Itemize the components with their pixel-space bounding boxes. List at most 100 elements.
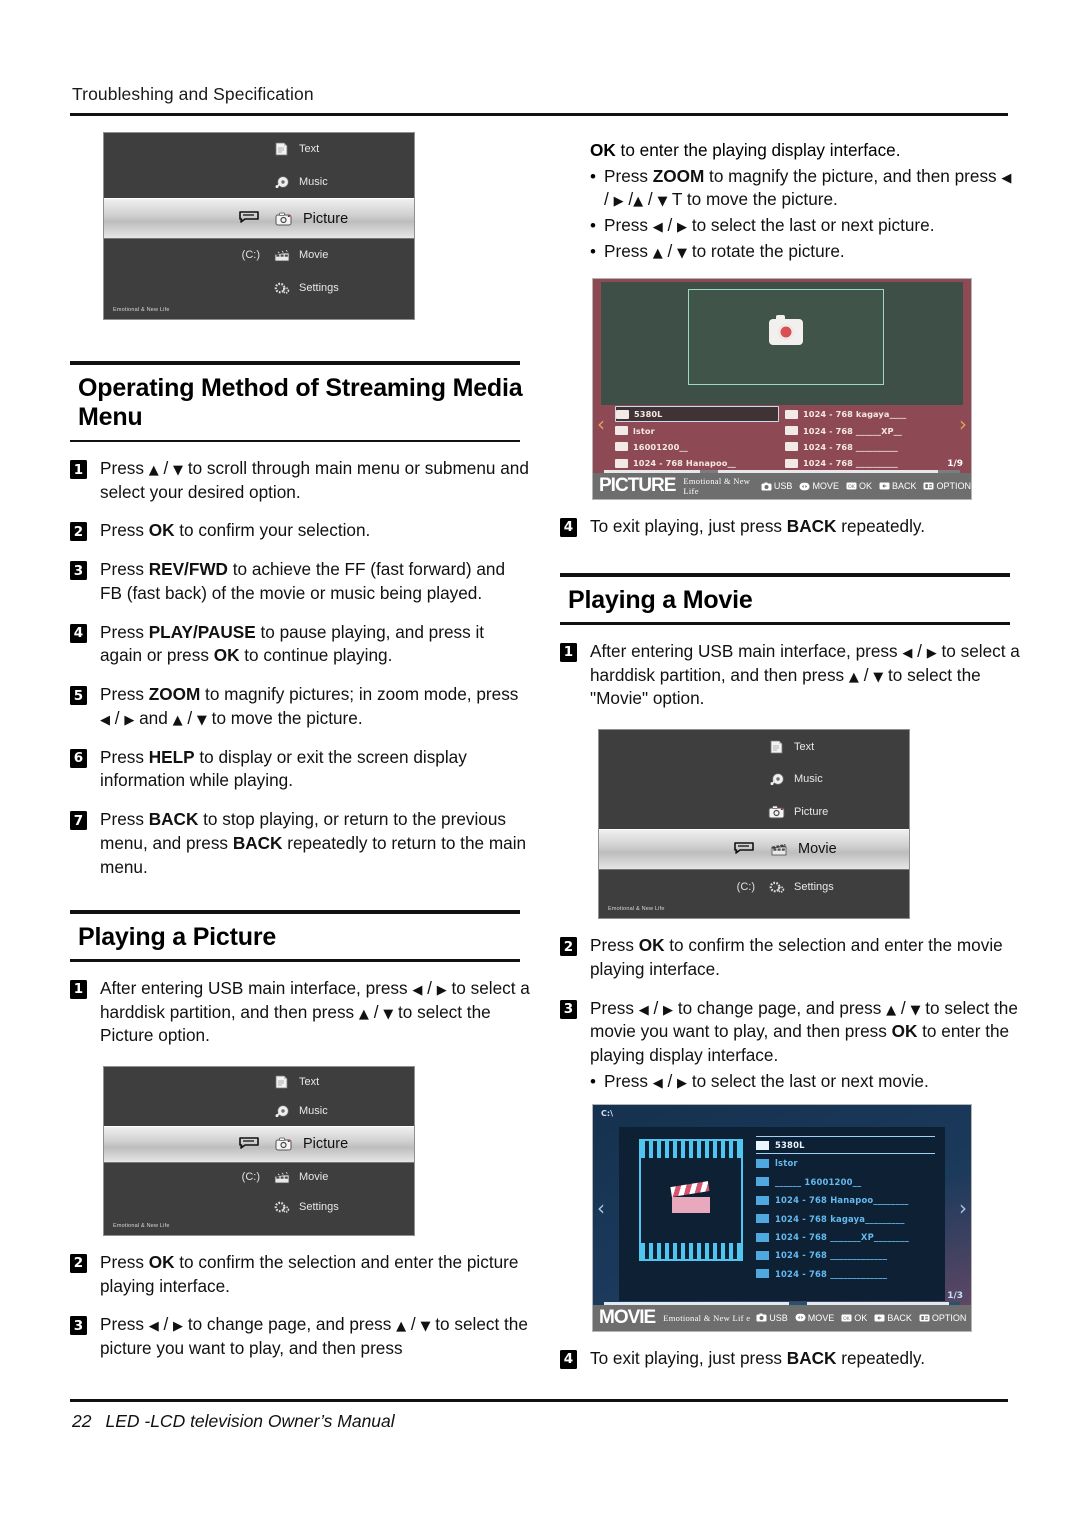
file-row[interactable]: 1024 - 768 Hanapoo________ <box>755 1191 935 1209</box>
footer-label: LED -LCD television Owner’s Manual <box>105 1411 395 1431</box>
osd-hint-back[interactable]: BACK <box>879 481 917 492</box>
tv-menu-item-music[interactable]: Music <box>104 166 414 199</box>
prev-page-arrow-icon[interactable]: ‹ <box>597 1196 605 1220</box>
file-name: 1024 - 768 __________ <box>803 441 898 452</box>
next-page-arrow-icon[interactable]: › <box>959 1196 967 1220</box>
file-row[interactable]: 1024 - 768 _____________ <box>755 1246 935 1264</box>
osd-hint-usb[interactable]: USB <box>761 481 792 491</box>
osd-hint-back[interactable]: BACK <box>874 1313 912 1323</box>
movie-icon <box>272 1169 291 1186</box>
osd-hint-label: BACK <box>891 481 917 492</box>
file-name: lstor <box>633 425 655 436</box>
picture-browser-screenshot: 5380L5380L lstor 16001200__ 1024 - 768 Hana… <box>592 277 972 500</box>
bullet-item: • Press ◀ / ▶ to select the last or next … <box>560 1070 1020 1094</box>
file-row[interactable]: 1024 - 768 __________ <box>785 455 949 471</box>
osd-hint-option[interactable]: OPTION <box>919 1313 966 1323</box>
folder-icon <box>755 1269 769 1279</box>
osd-hint-ok[interactable]: OK OK <box>846 481 872 491</box>
file-row[interactable]: 1024 - 768 kagaya____ <box>785 406 949 422</box>
tv-menu-screenshot-picture: Text Music Picture (C:) Movie Settings Emotion… <box>103 132 415 320</box>
operating-step: 5 Press ZOOM to magnify pictures; in zoom… <box>70 683 530 730</box>
folder-icon <box>615 458 628 468</box>
osd-hint-ok[interactable]: OK OK <box>841 1313 867 1323</box>
osd-brand-text: Emotional & New Life <box>683 476 751 497</box>
osd-hint-move[interactable]: MOVE <box>799 481 839 491</box>
music-icon <box>272 1103 291 1120</box>
file-row[interactable]: ______ 16001200__ <box>755 1173 935 1191</box>
file-row[interactable]: 1024 - 768 __________ <box>785 439 949 455</box>
file-row[interactable]: 1024 - 768 ______XP__ <box>785 422 949 438</box>
tv-menu-rows: Text Music Picture Movie (C:) Settings <box>599 730 909 918</box>
ok-icon: OK <box>841 1314 852 1322</box>
tv-menu-item-picture[interactable]: Picture <box>599 796 909 829</box>
file-name: 1024 - 768 _____________ <box>774 1250 888 1261</box>
tv-menu-item-settings[interactable]: Settings <box>104 272 414 305</box>
tv-menu-item-settings[interactable]: (C:) Settings <box>599 870 909 903</box>
settings-icon <box>272 1198 291 1215</box>
folder-icon <box>755 1195 769 1205</box>
osd-hint-label: BACK <box>887 1312 912 1323</box>
tv-menu-item-picture[interactable]: Picture <box>104 1125 414 1163</box>
osd-hint-usb[interactable]: USB <box>756 1313 788 1323</box>
move-icon <box>799 482 810 491</box>
usb-icon <box>761 482 772 491</box>
tv-menu-item-movie[interactable]: Movie <box>599 828 909 871</box>
tv-menu-item-label: Settings <box>299 1200 339 1213</box>
prev-page-arrow-icon[interactable]: ‹ <box>597 412 605 436</box>
osd-hint-move[interactable]: MOVE <box>795 1313 834 1323</box>
file-row[interactable]: 1024 - 768 kagaya_________ <box>755 1209 935 1227</box>
file-row[interactable]: 5380L <box>615 406 779 423</box>
tv-menu-item-movie[interactable]: (C:) Movie <box>104 239 414 272</box>
tv-menu-item-label: Text <box>299 1075 320 1088</box>
file-row[interactable]: 1024 - 768 _____________ <box>755 1265 935 1283</box>
tv-menu-item-text[interactable]: Text <box>104 133 414 166</box>
section-title-playing-a-movie: Playing a Movie <box>568 585 753 614</box>
movie-bullets: • Press ◀ / ▶ to select the last or next … <box>560 1070 1020 1094</box>
step-text: Press ◀ / ▶ to change page, and press ▲ … <box>590 997 1018 1066</box>
bullet-text: Press ▲ / ▼ to rotate the picture. <box>604 240 845 261</box>
osd-bottom-bar: MOVIE Emotional & New Lif e USB MOVE OK OK BAC… <box>593 1304 971 1331</box>
operating-step: 6 Press HELP to display or exit the scree… <box>70 746 530 793</box>
file-row[interactable]: lstor <box>755 1154 935 1172</box>
movie-browser-screenshot: C:\ 5380L lstor ______ 16001200__ 1024 - 768… <box>592 1103 972 1332</box>
tv-menu-item-text[interactable]: Text <box>599 730 909 763</box>
osd-hint-option[interactable]: OPTION <box>923 481 971 491</box>
tv-menu-item-settings[interactable]: Settings <box>104 1192 414 1221</box>
section-title-playing-a-picture: Playing a Picture <box>78 922 277 951</box>
tv-menu-item-text[interactable]: Text <box>104 1067 414 1096</box>
tv-menu-item-movie[interactable]: (C:) Movie <box>104 1163 414 1192</box>
usb-icon <box>756 1313 767 1322</box>
tv-menu-item-label: Music <box>299 1105 328 1118</box>
folder-icon <box>785 458 798 468</box>
folder-icon <box>755 1232 769 1242</box>
ok-icon: OK <box>846 482 857 490</box>
file-name: 1024 - 768 _____________ <box>774 1268 888 1279</box>
footer-page-number: 22 <box>72 1411 92 1431</box>
text-icon <box>272 141 291 158</box>
header-rule <box>70 113 1008 116</box>
tv-menu-item-music[interactable]: Music <box>599 763 909 796</box>
picture-step3-continuation: OK to enter the playing display interfac… <box>590 140 901 160</box>
file-row[interactable]: 1024 - 768 Hanapoo__ <box>615 455 779 471</box>
step-text: Press PLAY/PAUSE to pause playing, and p… <box>100 621 485 666</box>
file-row[interactable]: 1024 - 768 _______XP________ <box>755 1228 935 1246</box>
option-icon <box>923 482 934 490</box>
step-text: Press ◀ / ▶ to change page, and press ▲ … <box>100 1314 528 1359</box>
page-indicator: 1/3 <box>947 1291 963 1302</box>
file-row[interactable]: 5380L <box>755 1135 935 1155</box>
file-row[interactable]: lstor <box>615 422 779 438</box>
tv-menu-item-music[interactable]: Music <box>104 1096 414 1125</box>
operating-step: 1 Press ▲ / ▼ to scroll through main menu… <box>70 457 530 504</box>
step-text: Press OK to confirm the selection and en… <box>590 935 1003 979</box>
tv-menu-item-label: Music <box>794 773 823 786</box>
tv-menu-item-picture[interactable]: Picture <box>104 198 414 239</box>
next-page-arrow-icon[interactable]: › <box>959 412 967 436</box>
operating-method-steps: 1 Press ▲ / ▼ to scroll through main menu… <box>70 457 530 879</box>
file-name: 5380L <box>634 409 663 420</box>
step-text: Press HELP to display or exit the screen… <box>100 746 467 791</box>
file-name: 16001200__ <box>633 441 688 452</box>
file-row[interactable]: 16001200__ <box>615 439 779 455</box>
section-rule-bottom <box>70 439 520 442</box>
step-text: After entering USB main interface, press… <box>100 977 530 1046</box>
step-number: 2 <box>70 1253 87 1273</box>
